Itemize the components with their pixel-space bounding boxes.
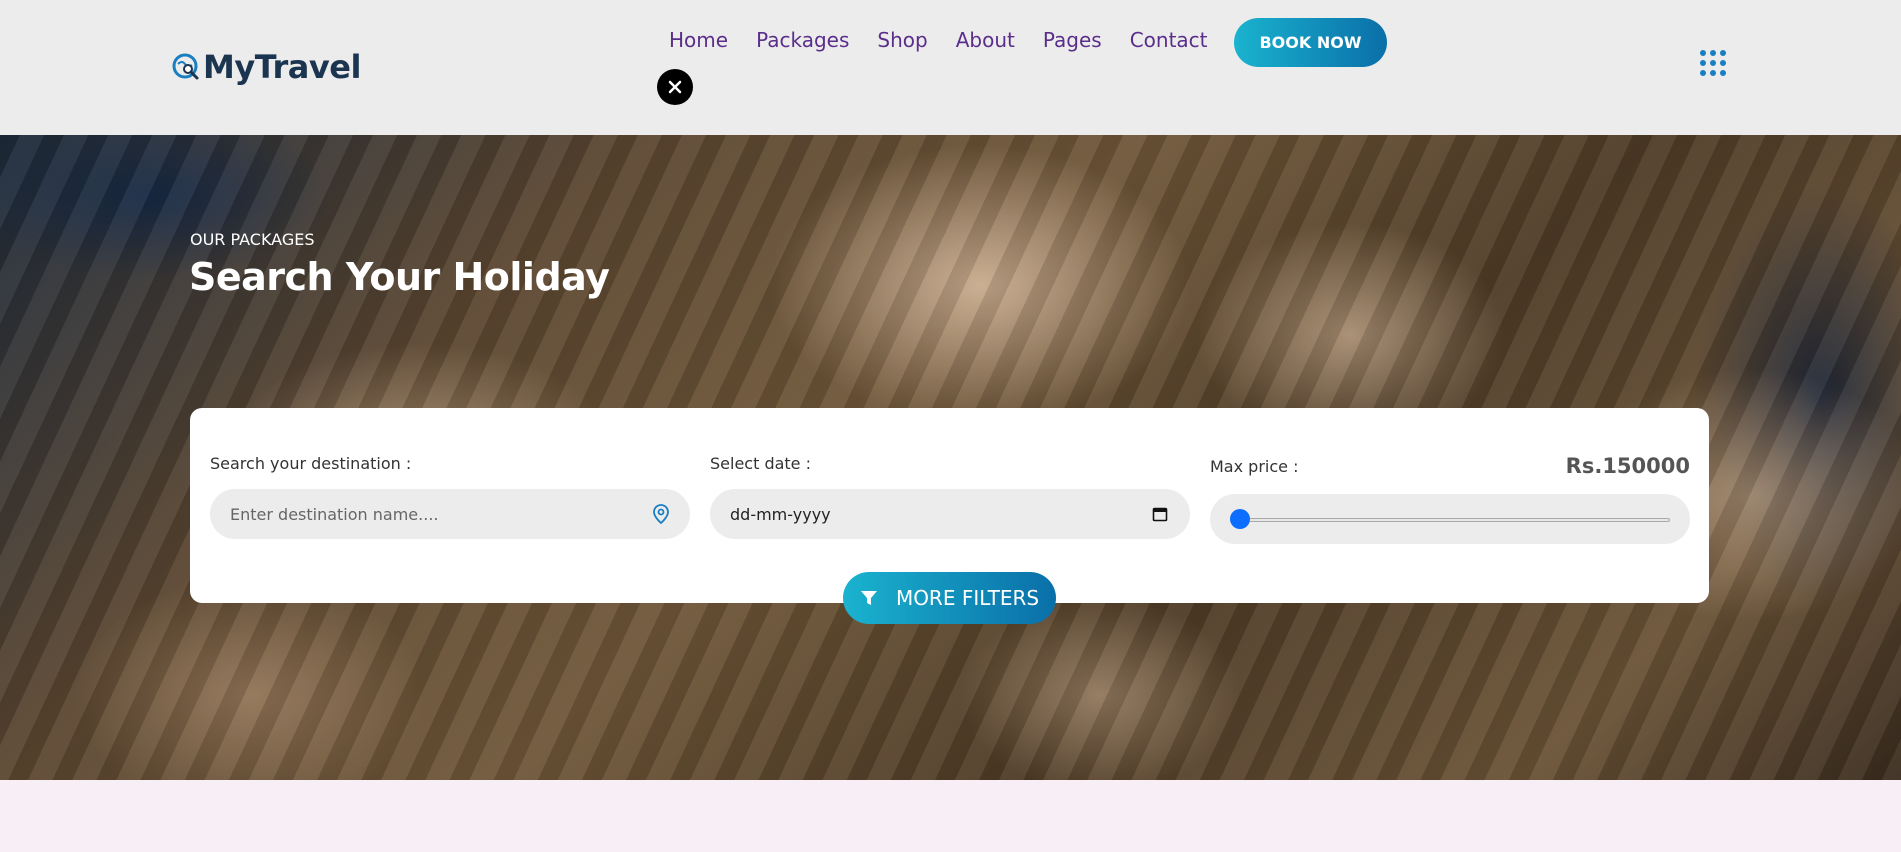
more-filters-button[interactable]: MORE FILTERS [843,572,1056,624]
map-pin-icon [653,504,669,524]
funnel-icon [860,591,877,605]
price-value: Rs.150000 [1565,454,1690,478]
site-header: MyTravel Home Packages Shop About Pages … [0,0,1901,135]
grid-dots-icon[interactable] [1700,50,1726,76]
more-filters-label: MORE FILTERS [895,586,1040,610]
date-field: Select date : dd-mm-yyyy [710,454,1190,539]
price-field: Max price : Rs.150000 [1210,454,1690,544]
hero-eyebrow: OUR PACKAGES [190,230,315,249]
date-value: dd-mm-yyyy [730,504,831,524]
nav-shop[interactable]: Shop [877,28,927,52]
destination-field: Search your destination : [210,454,690,539]
destination-input[interactable] [230,504,630,524]
globe-search-icon [172,53,199,80]
main-nav: Home Packages Shop About Pages Contact [669,28,1208,52]
logo[interactable]: MyTravel [171,48,361,86]
close-icon [668,80,682,94]
book-now-button[interactable]: BOOK NOW [1234,18,1387,67]
nav-about[interactable]: About [956,28,1015,52]
close-button[interactable] [657,69,693,105]
calendar-icon[interactable] [1152,506,1168,522]
hero-title: Search Your Holiday [189,255,610,299]
price-label: Max price : [1210,456,1299,476]
price-slider[interactable] [1210,494,1690,544]
date-label: Select date : [710,454,811,473]
nav-pages[interactable]: Pages [1043,28,1102,52]
slider-thumb[interactable] [1230,509,1250,529]
nav-contact[interactable]: Contact [1130,28,1208,52]
content-area [0,780,1901,852]
date-input[interactable]: dd-mm-yyyy [710,489,1190,539]
destination-label: Search your destination : [210,454,412,473]
logo-text: MyTravel [203,48,361,86]
slider-track [1232,518,1670,522]
nav-packages[interactable]: Packages [756,28,849,52]
nav-home[interactable]: Home [669,28,728,52]
